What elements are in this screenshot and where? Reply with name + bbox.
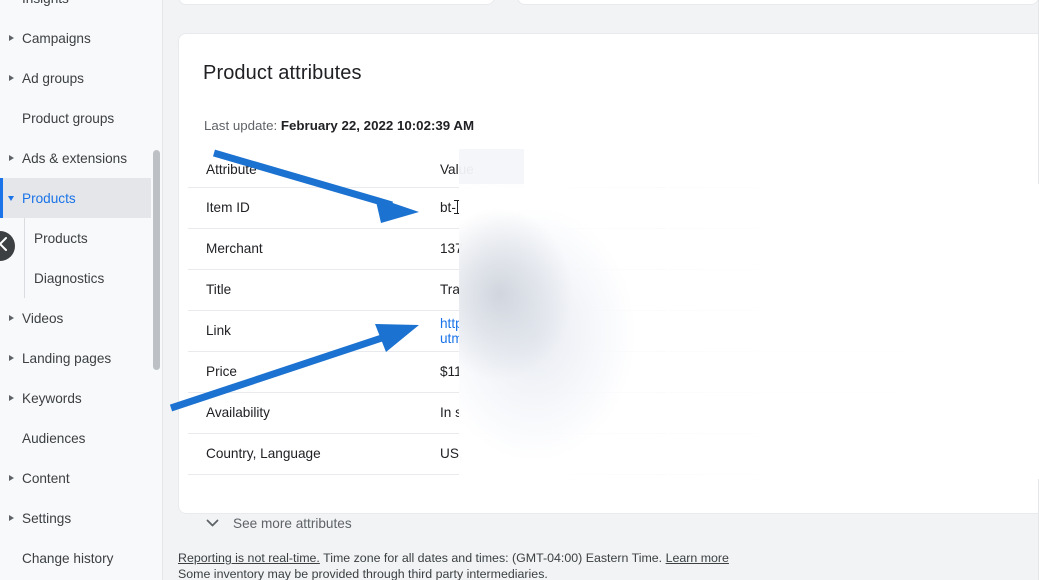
attribute-value-cell: US,: [422, 433, 1039, 474]
attribute-value-cell: 137: [422, 228, 1039, 269]
attribute-name-cell: Title: [206, 282, 232, 297]
attribute-value-text: $11: [440, 364, 462, 379]
chevron-right-icon: [9, 154, 14, 161]
attribute-name-cell: Price: [206, 364, 237, 379]
sidebar-item-change-history[interactable]: Change history: [0, 538, 162, 578]
sidebar-subitem-list: Products Diagnostics: [0, 218, 162, 298]
sidebar-item-settings[interactable]: Settings: [0, 498, 162, 538]
sidebar-item-ad-groups[interactable]: Ad groups: [0, 58, 162, 98]
chevron-right-icon: [9, 74, 14, 81]
sidebar-item-campaigns[interactable]: Campaigns: [0, 18, 162, 58]
attribute-value-text: 137: [440, 241, 463, 256]
table-row: Title Tra: [188, 269, 1039, 310]
sidebar-item-label: Change history: [22, 550, 114, 566]
attribute-value-cell: In s: [422, 392, 1039, 433]
sidebar-item-label: Product groups: [22, 110, 115, 126]
table-body: Item ID bt- Merchant 137 Title Tra Link http utm…: [188, 187, 1039, 474]
sidebar-item-label: Landing pages: [22, 350, 112, 366]
table-row: Availability In s: [188, 392, 1039, 433]
sidebar-subitem-products[interactable]: Products: [0, 218, 162, 258]
partial-card-right: [517, 0, 1039, 5]
attribute-value-cell: bt-: [422, 187, 1039, 228]
table-header: Attribute Value: [188, 152, 1039, 187]
attribute-name-cell: Link: [206, 323, 231, 338]
learn-more-link[interactable]: Learn more: [666, 551, 729, 565]
column-header-value: Value: [440, 161, 474, 177]
chevron-right-icon: [9, 474, 14, 481]
product-link-line1[interactable]: http: [440, 316, 1039, 331]
sidebar-item-insights[interactable]: Insights: [0, 0, 162, 18]
chevron-right-icon: [9, 34, 14, 41]
sidebar-item-label: Audiences: [22, 430, 86, 446]
chevron-right-icon: [9, 514, 14, 521]
sidebar-item-product-groups[interactable]: Product groups: [0, 98, 162, 138]
chevron-left-icon: [0, 236, 9, 257]
sidebar-item-label: Keywords: [22, 390, 82, 406]
attribute-value-cell[interactable]: http utm: [422, 310, 1039, 351]
app-root: Insights Campaigns Ad groups Product groups…: [0, 0, 1039, 580]
sidebar-item-label: Insights: [22, 0, 69, 6]
reporting-not-realtime-link[interactable]: Reporting is not real-time.: [178, 551, 320, 565]
sidebar-item-list: Insights Campaigns Ad groups Product groups…: [0, 0, 162, 578]
sidebar-item-videos[interactable]: Videos: [0, 298, 162, 338]
chevron-right-icon: [9, 314, 14, 321]
sidebar-subitem-diagnostics[interactable]: Diagnostics: [0, 258, 162, 298]
table-row: Item ID bt-: [188, 187, 1039, 228]
text-cursor-icon: [453, 200, 461, 214]
sidebar-item-content[interactable]: Content: [0, 458, 162, 498]
attribute-name-cell: Item ID: [206, 200, 250, 215]
sidebar-item-products[interactable]: Products: [0, 178, 162, 218]
table-row: Country, Language US,: [188, 433, 1039, 474]
sidebar-item-label: Products: [22, 190, 76, 206]
product-attributes-card: Product attributes Last update: February…: [178, 33, 1039, 531]
chevron-down-icon: [8, 196, 14, 201]
partial-card-left: [178, 0, 495, 5]
last-update-row: Last update: February 22, 2022 10:02:39 …: [204, 118, 474, 133]
sidebar-item-label: Ad groups: [22, 70, 84, 86]
product-link-line2[interactable]: utm: [440, 331, 1039, 346]
attribute-value-cell: Tra: [422, 269, 1039, 310]
third-party-note: Some inventory may be provided through t…: [178, 567, 548, 580]
last-update-label: Last update:: [204, 118, 278, 133]
sidebar-subitem-label: Diagnostics: [34, 270, 105, 286]
sidebar-item-keywords[interactable]: Keywords: [0, 378, 162, 418]
sidebar-item-label: Videos: [22, 310, 64, 326]
main-content: Product attributes Last update: February…: [163, 0, 1039, 580]
attribute-value-cell: $11: [422, 351, 1039, 392]
table-row: Link http utm: [188, 310, 1039, 351]
chevron-right-icon: [9, 354, 14, 361]
chevron-right-icon: [9, 394, 14, 401]
attribute-value-text: Tra: [440, 282, 460, 297]
timezone-text: Time zone for all dates and times: (GMT-…: [319, 551, 666, 565]
chevron-down-icon: [206, 516, 219, 531]
sidebar-item-label: Content: [22, 470, 70, 486]
attribute-name-cell: Country, Language: [206, 446, 321, 461]
attribute-name-cell: Availability: [206, 405, 270, 420]
sidebar-item-landing-pages[interactable]: Landing pages: [0, 338, 162, 378]
table-row: Merchant 137: [188, 228, 1039, 269]
product-attributes-table: Attribute Value Item ID bt- Merchant 137 Tit…: [188, 152, 1039, 475]
attribute-value-text: In s: [440, 405, 462, 420]
table-row: Price $11: [188, 351, 1039, 392]
sidebar-item-label: Settings: [22, 510, 72, 526]
page-title: Product attributes: [203, 62, 362, 84]
last-update-value: February 22, 2022 10:02:39 AM: [280, 118, 475, 133]
sidebar-item-audiences[interactable]: Audiences: [0, 418, 162, 458]
sidebar-subitem-label: Products: [34, 230, 88, 246]
sidebar-item-ads-extensions[interactable]: Ads & extensions: [0, 138, 162, 178]
sidebar-navigation: Insights Campaigns Ad groups Product groups…: [0, 0, 163, 580]
see-more-attributes-button[interactable]: See more attributes: [206, 516, 352, 531]
footer-note: Reporting is not real-time. Time zone fo…: [178, 550, 729, 580]
sidebar-item-label: Campaigns: [22, 30, 91, 46]
attribute-value-text: US,: [440, 446, 463, 461]
sidebar-scrollbar-thumb[interactable]: [153, 150, 160, 370]
column-header-attribute: Attribute: [206, 161, 257, 177]
sidebar-scrollbar[interactable]: [151, 0, 162, 580]
sidebar-item-label: Ads & extensions: [22, 150, 128, 166]
attribute-name-cell: Merchant: [206, 241, 263, 256]
see-more-attributes-label: See more attributes: [233, 516, 352, 531]
